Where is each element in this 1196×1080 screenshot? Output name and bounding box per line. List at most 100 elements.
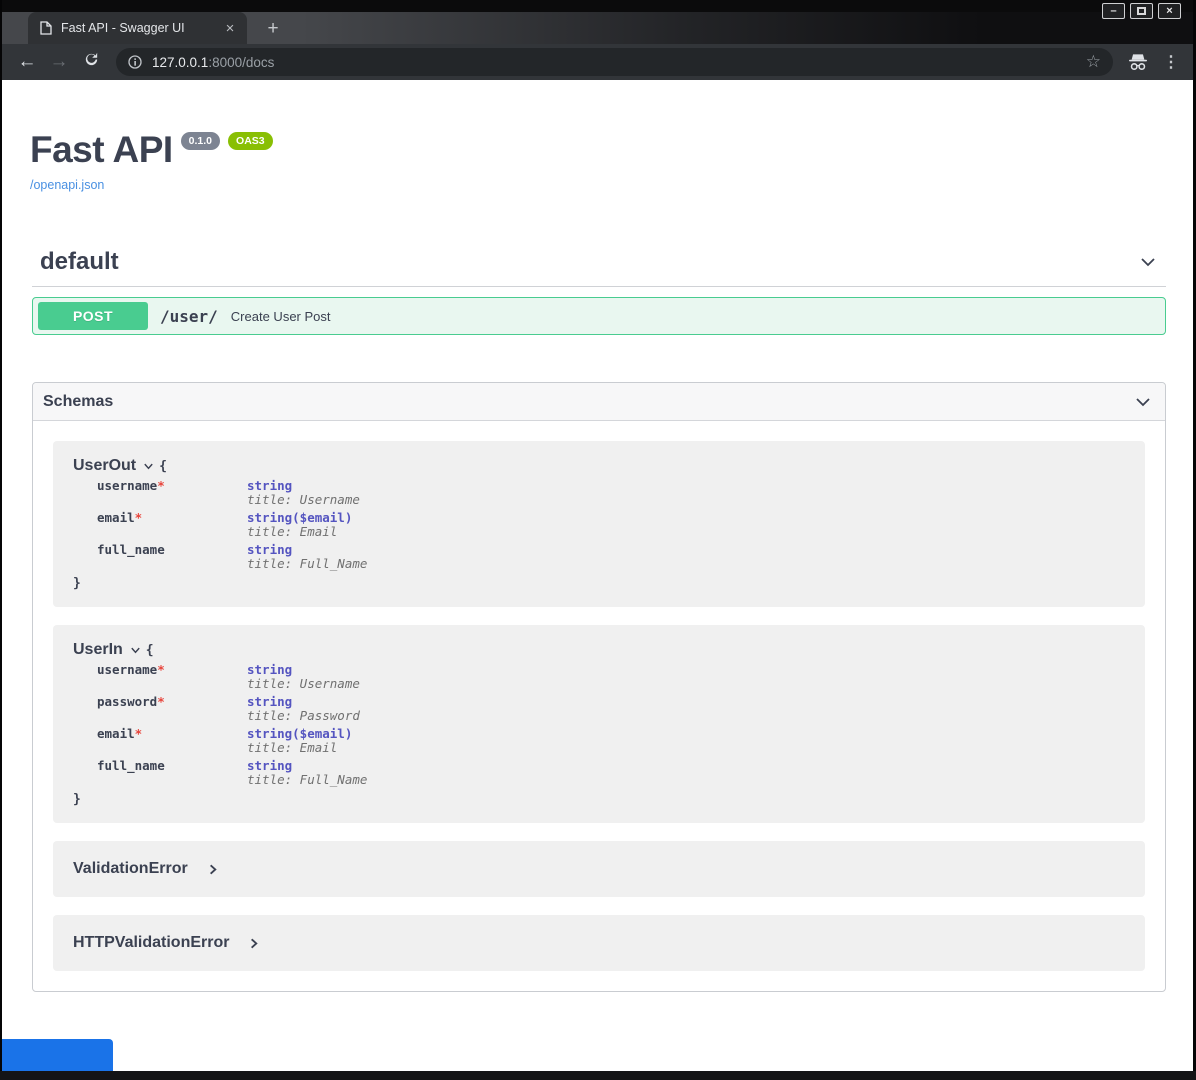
default-section-header[interactable]: default [32, 248, 1166, 287]
schemas-header[interactable]: Schemas [33, 383, 1165, 421]
property-title: title: Email [247, 525, 352, 539]
property-name-text: password [97, 694, 157, 709]
property-name: password* [97, 695, 247, 723]
chevron-right-icon[interactable] [206, 862, 219, 876]
property-name-text: username [97, 662, 157, 677]
browser-window: – × Fast API - Swagger UI × + ← → [2, 0, 1193, 1071]
property-title: title: Full_Name [247, 773, 367, 787]
property-type: string [247, 759, 367, 773]
property-type: string [247, 663, 360, 677]
operation-summary: Create User Post [231, 309, 331, 324]
model-userout-title: UserOut [73, 457, 136, 475]
model-userout: UserOut { username* string ti [53, 441, 1145, 607]
api-info: Fast API 0.1.0 OAS3 /openapi.json [30, 129, 1163, 192]
model-httpvalidationerror[interactable]: HTTPValidationError [53, 915, 1145, 971]
window-titlebar [2, 0, 1193, 12]
page-title: Fast API [30, 129, 173, 170]
url-text[interactable]: 127.0.0.1:8000/docs [152, 55, 1086, 70]
property-name-text: email [97, 726, 135, 741]
info-icon[interactable] [127, 54, 143, 70]
address-bar[interactable]: 127.0.0.1:8000/docs ☆ [116, 48, 1113, 76]
property-title: title: Password [247, 709, 360, 723]
model-userin: UserIn { username* string tit [53, 625, 1145, 823]
oas3-badge: OAS3 [228, 132, 273, 150]
property-name: full_name [97, 543, 247, 571]
property-title: title: Full_Name [247, 557, 367, 571]
property-name: full_name [97, 759, 247, 787]
property-detail: string($email) title: Email [247, 511, 352, 539]
url-host: 127.0.0.1 [152, 55, 208, 70]
chevron-down-icon[interactable] [1133, 392, 1153, 412]
post-user-operation[interactable]: POST /user/ Create User Post [32, 297, 1166, 335]
open-brace: { [159, 459, 167, 474]
window-controls: – × [1102, 3, 1181, 19]
chevron-down-icon[interactable] [142, 460, 155, 472]
required-asterisk: * [135, 510, 143, 525]
operation-path: /user/ [160, 307, 218, 326]
property-row: email* string($email) title: Email [97, 511, 1125, 539]
model-validationerror[interactable]: ValidationError [53, 841, 1145, 897]
window-maximize-button[interactable] [1130, 3, 1153, 19]
close-brace: } [73, 576, 1125, 591]
chevron-down-icon[interactable] [1138, 252, 1158, 272]
openapi-json-link[interactable]: /openapi.json [30, 178, 1163, 192]
status-bubble [2, 1039, 113, 1071]
url-path: :8000/docs [208, 55, 274, 70]
property-detail: string title: Username [247, 479, 360, 507]
forward-icon[interactable]: → [46, 51, 72, 73]
chevron-down-icon[interactable] [129, 644, 142, 656]
window-close-button[interactable]: × [1158, 3, 1181, 19]
open-brace: { [146, 643, 154, 658]
property-type: string($email) [247, 511, 352, 525]
property-name-text: username [97, 478, 157, 493]
model-validationerror-title: ValidationError [73, 860, 188, 878]
property-name: username* [97, 663, 247, 691]
incognito-icon[interactable] [1127, 53, 1149, 71]
property-type: string [247, 695, 360, 709]
minimize-icon: – [1110, 5, 1116, 18]
schemas-section: Schemas UserOut { [32, 382, 1166, 992]
tab-fast-api[interactable]: Fast API - Swagger UI × [28, 12, 247, 44]
window-minimize-button[interactable]: – [1102, 3, 1125, 19]
property-name-text: full_name [97, 542, 165, 557]
property-detail: string title: Full_Name [247, 543, 367, 571]
version-badge: 0.1.0 [181, 132, 220, 150]
model-userin-title: UserIn [73, 641, 123, 659]
property-row: full_name string title: Full_Name [97, 543, 1125, 571]
model-httpvalidationerror-title: HTTPValidationError [73, 934, 229, 952]
reload-icon[interactable] [78, 51, 104, 74]
chevron-right-icon[interactable] [247, 936, 260, 950]
required-asterisk: * [157, 662, 165, 677]
property-name: email* [97, 511, 247, 539]
new-tab-button[interactable]: + [260, 16, 286, 42]
property-row: email* string($email) title: Email [97, 727, 1125, 755]
property-type: string [247, 543, 367, 557]
property-row: full_name string title: Full_Name [97, 759, 1125, 787]
property-detail: string title: Username [247, 663, 360, 691]
property-type: string [247, 479, 360, 493]
property-detail: string title: Full_Name [247, 759, 367, 787]
bookmark-star-icon[interactable]: ☆ [1086, 52, 1101, 72]
property-title: title: Email [247, 741, 352, 755]
tab-strip: Fast API - Swagger UI × + [2, 12, 1193, 44]
required-asterisk: * [157, 478, 165, 493]
page-icon [40, 21, 52, 35]
model-userout-header[interactable]: UserOut { [73, 457, 1125, 475]
property-detail: string($email) title: Email [247, 727, 352, 755]
property-detail: string title: Password [247, 695, 360, 723]
property-row: password* string title: Password [97, 695, 1125, 723]
browser-menu-icon[interactable]: ⋮ [1163, 52, 1179, 72]
tab-close-icon[interactable]: × [221, 19, 239, 37]
property-title: title: Username [247, 493, 360, 507]
property-name: email* [97, 727, 247, 755]
property-row: username* string title: Username [97, 479, 1125, 507]
property-type: string($email) [247, 727, 352, 741]
back-icon[interactable]: ← [14, 51, 40, 73]
required-asterisk: * [135, 726, 143, 741]
model-userin-header[interactable]: UserIn { [73, 641, 1125, 659]
default-section-title: default [40, 248, 119, 276]
window-bottom-frame [0, 1071, 1196, 1080]
maximize-icon [1137, 7, 1146, 15]
close-icon: × [1166, 5, 1172, 18]
property-name-text: email [97, 510, 135, 525]
